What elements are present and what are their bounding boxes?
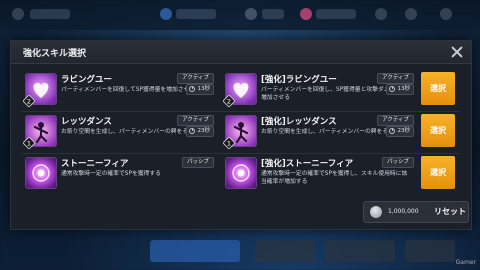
background-bottom-button <box>150 240 240 262</box>
gem-icon <box>300 8 312 20</box>
back-icon <box>12 8 24 20</box>
enhance-skill-select-dialog: 強化スキル選択 2 ラビングユー パーティメンバーを回復してSP獲得量を増加させ… <box>10 40 472 230</box>
currency-amount-placeholder <box>176 9 216 19</box>
currency-icon <box>160 8 172 20</box>
skill-card-loving-you[interactable]: 2 ラビングユー パーティメンバーを回復してSP獲得量を増加させる。 アクティブ… <box>23 73 220 107</box>
clock-icon <box>388 128 395 134</box>
skill-type-badge: パッシブ <box>381 157 414 168</box>
site-watermark: Gamer <box>455 259 476 266</box>
cooldown-badge: 13秒 <box>385 84 414 95</box>
reset-label: リセット <box>434 207 466 216</box>
clock-icon <box>188 86 195 92</box>
skill-level-badge: 2 <box>223 95 235 107</box>
clock-icon <box>388 86 395 92</box>
dialog-header: 強化スキル選択 <box>11 41 471 64</box>
reset-cost: 1,000,000 <box>388 208 419 215</box>
skill-name: ラビングユー <box>61 75 113 85</box>
skill-level-badge: 1 <box>223 137 235 149</box>
skill-card-lets-dance[interactable]: 1 レッツダンス お祭り空間を生成し、パーティメンバーの興をそそる アクティブ … <box>23 115 220 149</box>
skill-name: ストーニーフィア <box>61 159 129 169</box>
menu-icon <box>405 8 417 20</box>
svg-text:1: 1 <box>227 139 231 147</box>
coin-icon <box>370 206 382 218</box>
skill-card-stony-fear[interactable]: ストーニーフィア 通常攻撃時一定の確率でSPを獲得する パッシブ <box>25 157 220 189</box>
cooldown-value: 23秒 <box>197 128 211 134</box>
svg-text:2: 2 <box>27 97 31 105</box>
background-bottom-button <box>255 240 315 262</box>
clock-icon <box>188 128 195 134</box>
skill-type-badge: アクティブ <box>377 115 414 126</box>
select-button[interactable]: 選択 <box>421 156 455 189</box>
skill-card-enhanced-lets-dance[interactable]: 1 [強化]レッツダンス お祭り空間を生成し、パーティメンバーの興をそそる アク… <box>223 115 420 149</box>
stamina-placeholder <box>262 9 284 19</box>
skill-type-badge: アクティブ <box>377 73 414 84</box>
skill-type-badge: アクティブ <box>177 73 214 84</box>
cooldown-value: 13秒 <box>197 86 211 92</box>
cooldown-value: 13秒 <box>397 86 411 92</box>
cooldown-badge: 23秒 <box>385 126 414 137</box>
stony-fear-icon <box>25 157 57 189</box>
skill-card-enhanced-stony-fear[interactable]: [強化]ストーニーフィア 通常攻撃時一定の確率でSPを獲得し、スキル使用時に該当… <box>225 157 420 189</box>
background-bottom-button <box>325 240 395 262</box>
skill-type-badge: アクティブ <box>177 115 214 126</box>
settings-icon <box>440 8 452 20</box>
skill-name: レッツダンス <box>61 117 112 127</box>
cooldown-badge: 23秒 <box>185 126 214 137</box>
background-bottom-button <box>405 240 455 262</box>
top-status-bar <box>0 0 480 30</box>
row-divider <box>21 153 461 154</box>
close-icon[interactable] <box>449 44 465 60</box>
skill-name: [強化]ラビングユー <box>261 75 337 85</box>
gem-amount-placeholder <box>316 9 356 19</box>
skill-name: [強化]ストーニーフィア <box>261 159 354 169</box>
skill-level-badge: 2 <box>23 95 35 107</box>
select-button[interactable]: 選択 <box>421 72 455 105</box>
skill-card-enhanced-loving-you[interactable]: 2 [強化]ラビングユー パーティメンバーを回復し、SP獲得量と攻撃ダメージを増… <box>223 73 420 107</box>
svg-text:2: 2 <box>227 97 231 105</box>
skill-description: 通常攻撃時一定の確率でSPを獲得する <box>61 171 161 177</box>
mail-icon <box>375 8 387 20</box>
select-button[interactable]: 選択 <box>421 114 455 147</box>
row-divider <box>21 111 461 112</box>
stony-fear-icon <box>225 157 257 189</box>
skill-type-badge: パッシブ <box>181 157 214 168</box>
reset-button[interactable]: 1,000,000 リセット <box>363 201 469 223</box>
skill-level-badge: 1 <box>23 137 35 149</box>
dialog-title: 強化スキル選択 <box>23 49 87 59</box>
svg-text:1: 1 <box>27 139 31 147</box>
skill-name: [強化]レッツダンス <box>261 117 337 127</box>
top-bar-title-placeholder <box>30 9 70 19</box>
cooldown-badge: 13秒 <box>185 84 214 95</box>
stamina-icon <box>245 8 257 20</box>
skill-description: 通常攻撃時一定の確率でSPを獲得し、スキル使用時に該当確率が増加する <box>261 171 408 185</box>
cooldown-value: 23秒 <box>397 128 411 134</box>
